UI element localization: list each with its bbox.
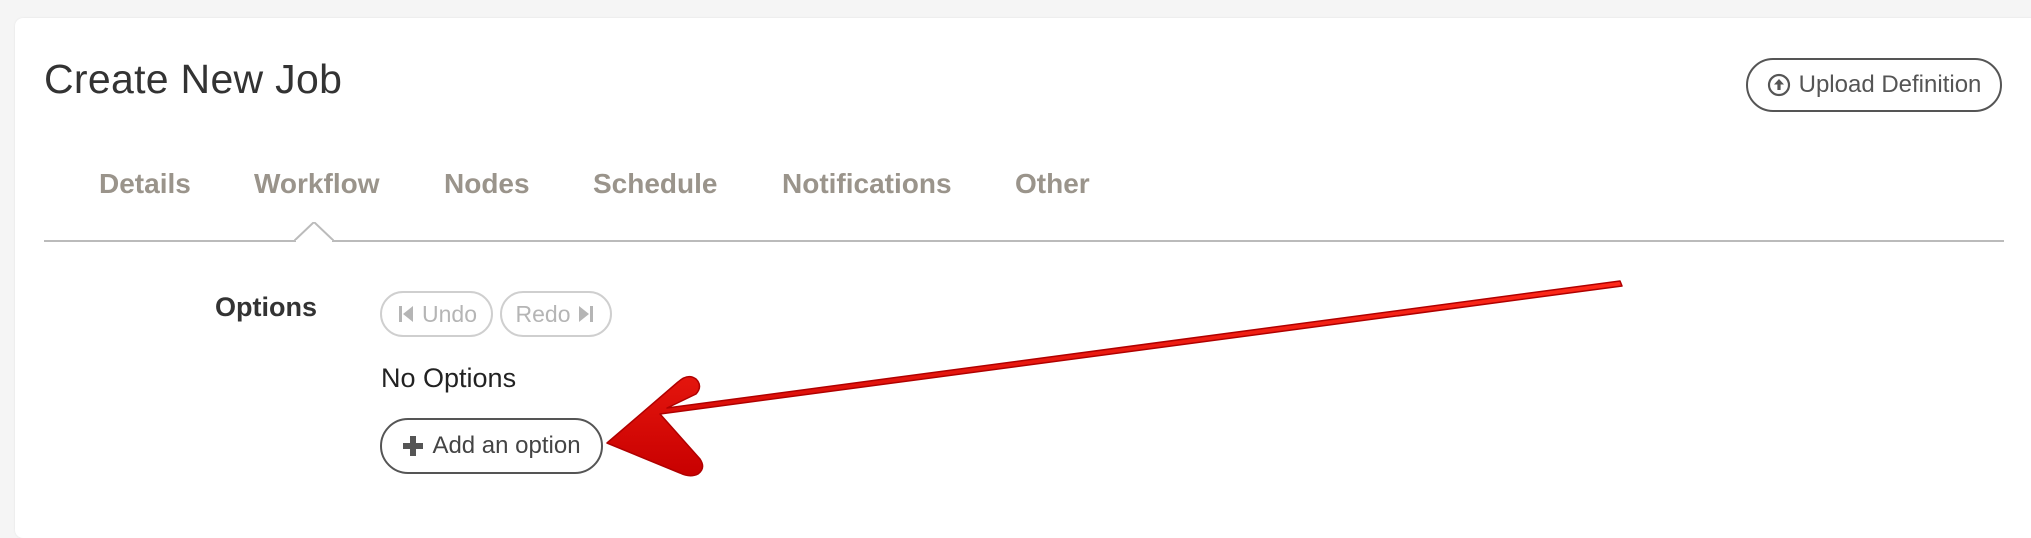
upload-circle-icon: [1767, 73, 1791, 97]
tab-nodes[interactable]: Nodes: [444, 168, 530, 200]
add-option-button[interactable]: Add an option: [380, 418, 603, 474]
undo-label: Undo: [422, 300, 477, 327]
tab-workflow[interactable]: Workflow: [254, 168, 379, 200]
upload-definition-label: Upload Definition: [1798, 71, 1982, 98]
plus-icon: [402, 435, 424, 457]
upload-definition-button[interactable]: Upload Definition: [1746, 58, 2002, 112]
options-section-label: Options: [215, 292, 317, 322]
no-options-text: No Options: [381, 363, 517, 393]
tab-notifications[interactable]: Notifications: [782, 168, 952, 200]
add-option-label: Add an option: [432, 432, 581, 459]
tab-other[interactable]: Other: [1015, 168, 1090, 200]
page-title: Create New Job: [44, 56, 343, 102]
tab-schedule[interactable]: Schedule: [593, 168, 717, 200]
active-tab-indicator: [294, 222, 334, 242]
redo-button[interactable]: Redo: [500, 291, 612, 337]
tab-bar-underline: [44, 240, 2004, 242]
redo-label: Redo: [515, 300, 571, 327]
skip-back-icon: [396, 303, 416, 325]
undo-button[interactable]: Undo: [380, 291, 493, 337]
skip-forward-icon: [576, 303, 596, 325]
tab-details[interactable]: Details: [99, 168, 191, 200]
